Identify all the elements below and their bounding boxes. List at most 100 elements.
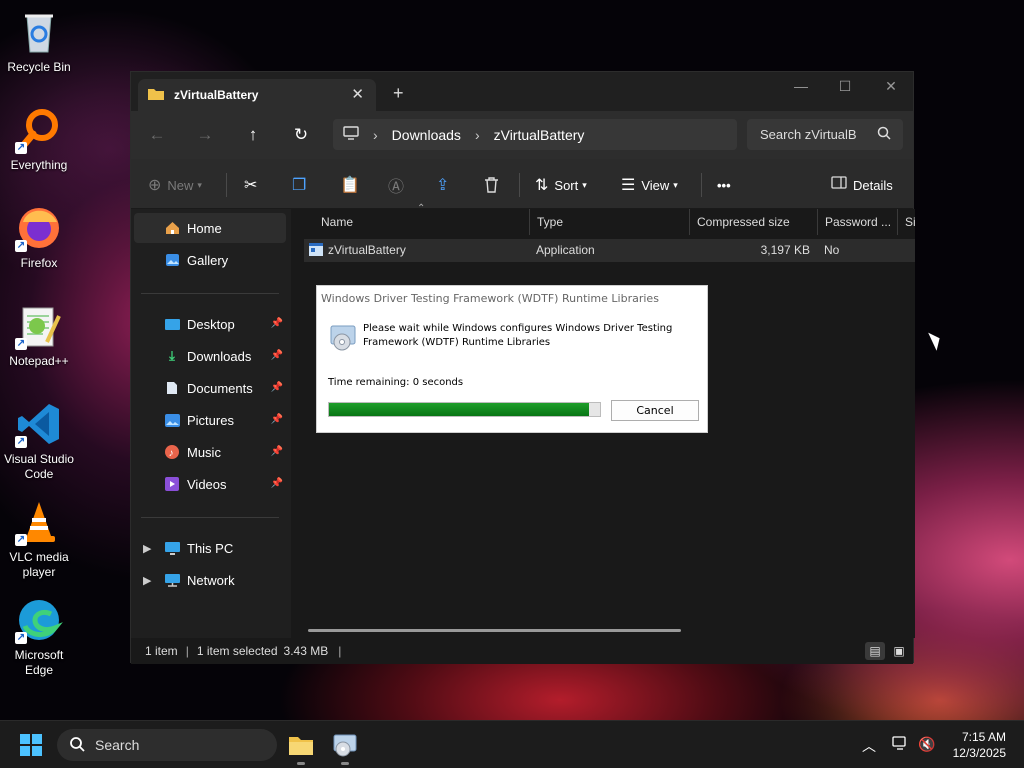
desktop-icon-vscode[interactable]: ↗ Visual Studio Code bbox=[0, 400, 78, 482]
volume-muted-icon[interactable]: 🔇 bbox=[918, 736, 935, 753]
pin-icon[interactable]: 📌 bbox=[271, 350, 283, 361]
network-status-icon[interactable] bbox=[892, 736, 908, 753]
breadcrumb-zvirtualbattery[interactable]: zVirtualBattery bbox=[494, 127, 585, 143]
forward-arrow-icon[interactable]: → bbox=[194, 125, 216, 145]
taskbar-search[interactable]: Search bbox=[57, 729, 277, 761]
pictures-icon bbox=[164, 412, 180, 428]
command-bar: ⊕ New ▾ ✂ ❐ 📋 Ⓐ ⇪ ⇅ Sort ▾ ☰ View ▾ ••• bbox=[131, 159, 913, 209]
divider bbox=[141, 517, 279, 518]
shortcut-arrow-icon: ↗ bbox=[15, 534, 27, 546]
share-icon[interactable]: ⇪ bbox=[436, 175, 455, 195]
view-icon: ☰ bbox=[621, 177, 636, 194]
sidebar-label: Downloads bbox=[187, 348, 252, 364]
delete-icon[interactable] bbox=[484, 175, 499, 195]
view-button[interactable]: ☰ View ▾ bbox=[621, 175, 678, 195]
show-hidden-icons-chevron-icon[interactable]: ︿ bbox=[862, 736, 876, 756]
sidebar-item-videos[interactable]: Videos 📌 bbox=[134, 469, 286, 499]
recycle-bin-icon bbox=[15, 8, 63, 56]
desktop-icon-everything[interactable]: ↗ Everything bbox=[0, 106, 78, 173]
dialog-message: Please wait while Windows configures Win… bbox=[363, 323, 673, 348]
desktop-icon-edge[interactable]: ↗ Microsoft Edge bbox=[0, 596, 78, 678]
breadcrumb-downloads[interactable]: Downloads bbox=[392, 127, 461, 143]
pin-icon[interactable]: 📌 bbox=[271, 478, 283, 489]
clock[interactable]: 7:15 AM 12/3/2025 bbox=[948, 729, 1006, 761]
desktop-icon-notepadpp[interactable]: ↗ Notepad++ bbox=[0, 302, 78, 369]
search-icon bbox=[877, 126, 891, 143]
shortcut-arrow-icon: ↗ bbox=[15, 338, 27, 350]
everything-icon: ↗ bbox=[15, 106, 63, 154]
chevron-down-icon: ▾ bbox=[673, 179, 678, 190]
new-button[interactable]: ⊕ New ▾ bbox=[148, 175, 202, 195]
horizontal-scrollbar[interactable] bbox=[308, 629, 681, 632]
taskbar-installer[interactable] bbox=[331, 731, 359, 765]
refresh-icon[interactable]: ↻ bbox=[290, 125, 312, 145]
selected-size: 3.43 MB bbox=[283, 644, 329, 658]
pin-icon[interactable]: 📌 bbox=[271, 446, 283, 457]
tab-zvirtualbattery[interactable]: zVirtualBattery ✕ bbox=[138, 79, 376, 111]
chevron-right-icon[interactable]: ▶ bbox=[143, 574, 151, 587]
tab-title: zVirtualBattery bbox=[174, 88, 259, 102]
maximize-button[interactable]: ☐ bbox=[829, 78, 861, 98]
shortcut-arrow-icon: ↗ bbox=[15, 436, 27, 448]
desktop-icon-recycle-bin[interactable]: Recycle Bin bbox=[0, 8, 78, 75]
paste-icon[interactable]: 📋 bbox=[340, 175, 366, 195]
column-header-type[interactable]: Type bbox=[529, 209, 563, 235]
minimize-button[interactable]: — bbox=[785, 78, 817, 98]
taskbar-search-label: Search bbox=[95, 737, 140, 753]
pin-icon[interactable]: 📌 bbox=[271, 318, 283, 329]
pin-icon[interactable]: 📌 bbox=[271, 382, 283, 393]
selected-count: 1 item selected bbox=[196, 644, 278, 658]
chevron-right-icon[interactable]: ▶ bbox=[143, 542, 151, 555]
table-row[interactable]: zVirtualBattery Application 3,197 KB No bbox=[304, 239, 915, 262]
sort-button[interactable]: ⇅ Sort ▾ bbox=[535, 175, 587, 195]
sidebar-item-downloads[interactable]: ⤓ Downloads 📌 bbox=[134, 341, 286, 371]
close-tab-icon[interactable]: ✕ bbox=[351, 85, 364, 103]
cancel-button[interactable]: Cancel bbox=[611, 400, 699, 421]
desktop-icon-vlc[interactable]: ↗ VLC media player bbox=[0, 498, 78, 580]
copy-icon[interactable]: ❐ bbox=[292, 175, 312, 195]
home-icon bbox=[164, 220, 180, 236]
file-type: Application bbox=[536, 243, 595, 257]
file-password: No bbox=[824, 243, 840, 257]
music-icon: ♪ bbox=[164, 444, 180, 460]
address-bar[interactable]: › Downloads › zVirtualBattery bbox=[333, 119, 737, 150]
back-arrow-icon[interactable]: ← bbox=[146, 125, 168, 145]
column-header-compressed-size[interactable]: Compressed size bbox=[689, 209, 790, 235]
more-options-button[interactable]: ••• bbox=[717, 175, 731, 195]
details-view-icon[interactable]: ▤ bbox=[865, 642, 885, 660]
pin-icon[interactable]: 📌 bbox=[271, 414, 283, 425]
running-indicator bbox=[297, 762, 305, 765]
rename-icon[interactable]: Ⓐ bbox=[388, 175, 410, 196]
large-icons-view-icon[interactable]: ▣ bbox=[889, 642, 909, 660]
sidebar-item-desktop[interactable]: Desktop 📌 bbox=[134, 309, 286, 339]
progress-bar bbox=[328, 402, 601, 417]
new-tab-button[interactable]: + bbox=[393, 83, 404, 104]
sidebar-item-home[interactable]: Home bbox=[134, 213, 286, 243]
clock-date: 12/3/2025 bbox=[952, 746, 1006, 760]
taskbar-file-explorer[interactable] bbox=[287, 731, 315, 765]
tab-bar: zVirtualBattery ✕ + — ☐ ✕ bbox=[131, 72, 913, 111]
sidebar-item-this-pc[interactable]: ▶ This PC bbox=[134, 533, 286, 563]
sidebar-item-network[interactable]: ▶ Network bbox=[134, 565, 286, 595]
videos-icon bbox=[164, 476, 180, 492]
cut-icon[interactable]: ✂ bbox=[244, 175, 263, 195]
column-header-name[interactable]: Name bbox=[313, 209, 353, 235]
file-name: zVirtualBattery bbox=[328, 243, 406, 257]
column-header-size[interactable]: Si bbox=[897, 209, 916, 235]
chevron-right-icon: › bbox=[373, 126, 378, 143]
start-button[interactable] bbox=[20, 734, 42, 756]
vlc-icon: ↗ bbox=[15, 498, 63, 546]
sidebar-item-documents[interactable]: Documents 📌 bbox=[134, 373, 286, 403]
dialog-title: Windows Driver Testing Framework (WDTF) … bbox=[321, 292, 659, 305]
search-input[interactable]: Search zVirtualB bbox=[747, 119, 903, 150]
desktop-icon-firefox[interactable]: ↗ Firefox bbox=[0, 204, 78, 271]
close-window-button[interactable]: ✕ bbox=[875, 78, 907, 98]
chevron-down-icon: ▾ bbox=[197, 179, 202, 190]
sidebar-item-pictures[interactable]: Pictures 📌 bbox=[134, 405, 286, 435]
sidebar-item-music[interactable]: ♪ Music 📌 bbox=[134, 437, 286, 467]
details-pane-button[interactable]: Details bbox=[831, 175, 893, 195]
column-header-password[interactable]: Password ... bbox=[817, 209, 891, 235]
gallery-icon bbox=[164, 252, 180, 268]
sidebar-item-gallery[interactable]: Gallery bbox=[134, 245, 286, 275]
up-arrow-icon[interactable]: ↑ bbox=[242, 125, 264, 145]
